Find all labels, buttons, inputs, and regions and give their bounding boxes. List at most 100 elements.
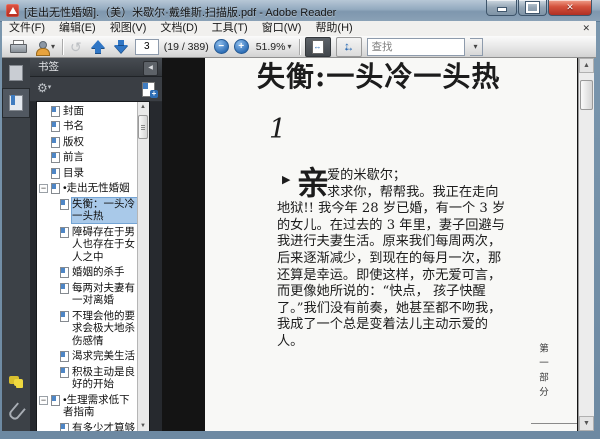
find-input[interactable] bbox=[366, 37, 465, 56]
window-controls: ✕ bbox=[485, 0, 592, 16]
body-line: 后来逐渐减少，到现在的每月一次，那 bbox=[277, 250, 502, 266]
menu-window[interactable]: 窗口(W) bbox=[255, 21, 309, 36]
close-icon: ✕ bbox=[566, 2, 574, 12]
paperclip-icon bbox=[6, 402, 26, 422]
bookmarks-scrollbar-thumb[interactable] bbox=[138, 115, 148, 139]
bookmark-page-icon bbox=[60, 226, 69, 238]
part-label-vertical: 第一部分 bbox=[537, 343, 548, 401]
lead-triangle-icon: ▶ bbox=[282, 173, 291, 186]
bookmark-item[interactable]: 渴求完美生活 bbox=[60, 349, 138, 365]
bookmarks-scrollbar[interactable]: ▲ ▼ bbox=[137, 102, 149, 431]
bookmark-item[interactable]: 不理会他的要求会极大地杀伤感情 bbox=[60, 308, 138, 349]
navigation-pane-strip bbox=[2, 58, 31, 431]
bookmark-item[interactable]: 积极主动是良好的开始 bbox=[60, 364, 138, 392]
comments-panel-button[interactable] bbox=[2, 367, 30, 397]
menu-document[interactable]: 文档(D) bbox=[153, 21, 204, 36]
maximize-button[interactable] bbox=[518, 0, 547, 16]
pages-icon bbox=[9, 65, 23, 81]
bookmarks-panel-header: 书签 ◀ bbox=[30, 58, 162, 77]
body-line: 了。”我们没有前奏，她甚至都不吻我， bbox=[277, 300, 502, 316]
comments-icon bbox=[9, 376, 23, 388]
previous-view-icon: ↺ bbox=[70, 38, 82, 55]
close-button[interactable]: ✕ bbox=[548, 0, 592, 16]
find-options-dropdown[interactable]: ▾ bbox=[469, 37, 483, 56]
bookmark-page-icon bbox=[60, 366, 69, 378]
bookmark-item[interactable]: 版权 bbox=[51, 134, 138, 150]
bookmark-item-selected[interactable]: 失衡：一头冷一头热 bbox=[60, 196, 138, 224]
menu-bar: 文件(F) 编辑(E) 视图(V) 文档(D) 工具(T) 窗口(W) 帮助(H… bbox=[2, 21, 596, 37]
chevron-down-icon: ▾ bbox=[287, 42, 292, 51]
menu-file[interactable]: 文件(F) bbox=[2, 21, 52, 36]
bookmark-item[interactable]: 每两对夫妻有一对离婚 bbox=[60, 280, 138, 308]
bookmark-item[interactable]: − •走出无性婚姻 bbox=[39, 181, 138, 197]
fit-width-button[interactable]: ↔ bbox=[304, 36, 331, 57]
bookmark-item[interactable]: 障碍存在于男人也存在于女人之中 bbox=[60, 224, 138, 265]
collapse-expander-icon[interactable]: − bbox=[39, 184, 48, 193]
bookmarks-panel: 书签 ◀ ⚙▾ + 封面 书名 版权 前言 目录 − •走出无性婚姻 失衡：一头冷… bbox=[30, 58, 162, 431]
bookmark-item[interactable]: − •生理需求低下者指南 bbox=[39, 392, 138, 420]
scroll-down-icon[interactable]: ▼ bbox=[138, 421, 148, 431]
zoom-level-dropdown[interactable]: 51.9% ▾ bbox=[254, 38, 294, 56]
share-file-button[interactable]: ▾ bbox=[33, 38, 57, 56]
bookmark-page-icon bbox=[51, 121, 60, 132]
body-line: 人。 bbox=[277, 333, 304, 349]
body-line: 而更像她所说的：“快点， 孩子快醒 bbox=[277, 284, 486, 300]
fit-width-icon: ↔ bbox=[311, 39, 324, 54]
bookmark-page-icon bbox=[51, 394, 60, 406]
menu-view[interactable]: 视图(V) bbox=[103, 21, 154, 36]
panel-collapse-button[interactable]: ◀ bbox=[143, 61, 158, 76]
bookmarks-rows: 封面 书名 版权 前言 目录 − •走出无性婚姻 失衡：一头冷一头热 障碍存在于男… bbox=[37, 103, 138, 431]
scroll-up-icon[interactable]: ▲ bbox=[579, 58, 594, 73]
document-scrollbar-thumb[interactable] bbox=[580, 80, 593, 110]
fullscreen-button[interactable]: ↔ ↔ bbox=[335, 36, 362, 57]
bookmark-item[interactable]: 婚姻的杀手 bbox=[60, 265, 138, 281]
scroll-down-icon[interactable]: ▼ bbox=[579, 416, 594, 431]
bookmark-item[interactable]: 有多少才算够 bbox=[60, 420, 138, 431]
collapse-expander-icon[interactable]: − bbox=[39, 395, 48, 405]
bookmark-item[interactable]: 前言 bbox=[51, 150, 138, 166]
pages-panel-button[interactable] bbox=[2, 58, 30, 88]
page-number-input[interactable] bbox=[134, 38, 159, 55]
new-bookmark-button[interactable]: + bbox=[142, 82, 158, 98]
pdf-page: 失衡:一头冷一头热 1 ▶ 亲 爱的米歇尔； 求求你，帮帮我。我正在走向 地狱!… bbox=[205, 58, 577, 431]
fullscreen-icon: ↔ ↔ bbox=[341, 39, 356, 54]
zoom-out-button[interactable]: − bbox=[213, 39, 229, 54]
document-close-icon[interactable]: ✕ bbox=[582, 23, 590, 34]
zoom-in-button[interactable]: + bbox=[233, 39, 249, 54]
next-page-button[interactable] bbox=[112, 38, 130, 56]
bookmarks-panel-button[interactable] bbox=[2, 88, 30, 118]
previous-page-button[interactable] bbox=[89, 38, 107, 56]
bookmark-item[interactable]: 书名 bbox=[51, 119, 138, 135]
bookmark-item[interactable]: 目录 bbox=[51, 165, 138, 181]
bookmark-page-icon bbox=[51, 167, 60, 179]
title-bar[interactable]: [走出无性婚姻].（美）米歇尔·戴维斯.扫描版.pdf - Adobe Read… bbox=[0, 0, 600, 22]
up-arrow-icon bbox=[90, 39, 105, 54]
chapter-number: 1 bbox=[269, 114, 287, 145]
attachments-panel-button[interactable] bbox=[2, 397, 30, 427]
bookmarks-options-bar: ⚙▾ + bbox=[30, 77, 162, 102]
bookmark-page-icon bbox=[60, 198, 69, 210]
document-view: 失衡:一头冷一头热 1 ▶ 亲 爱的米歇尔； 求求你，帮帮我。我正在走向 地狱!… bbox=[162, 58, 578, 431]
page-title: 失衡:一头冷一头热 bbox=[257, 60, 501, 93]
bookmark-page-icon bbox=[51, 152, 60, 163]
scroll-up-icon[interactable]: ▲ bbox=[138, 102, 148, 112]
bookmark-page-icon bbox=[60, 310, 69, 322]
bookmark-item[interactable]: 封面 bbox=[51, 103, 138, 119]
menu-edit[interactable]: 编辑(E) bbox=[52, 21, 103, 36]
bookmarks-tree: 封面 书名 版权 前言 目录 − •走出无性婚姻 失衡：一头冷一头热 障碍存在于男… bbox=[36, 101, 150, 431]
bookmarks-options-button[interactable]: ⚙▾ bbox=[37, 81, 51, 95]
print-button[interactable] bbox=[8, 38, 28, 56]
menu-help[interactable]: 帮助(H) bbox=[308, 21, 359, 36]
adobe-reader-window: [走出无性婚姻].（美）米歇尔·戴维斯.扫描版.pdf - Adobe Read… bbox=[0, 0, 600, 439]
menu-tools[interactable]: 工具(T) bbox=[205, 21, 255, 36]
toolbar: ▾ ↺ (19 / 389) − + 51.9% ▾ ↔ ↔↔ ▾ bbox=[2, 36, 596, 58]
printer-icon bbox=[10, 40, 27, 53]
minimize-button[interactable] bbox=[486, 0, 517, 16]
gear-icon: ⚙ bbox=[37, 81, 48, 95]
footer-rule bbox=[531, 423, 577, 424]
document-scrollbar[interactable]: ▲ ▼ bbox=[578, 58, 594, 431]
body-line: 我进行夫妻生活。原来我们每周两次， bbox=[277, 234, 502, 250]
previous-view-button[interactable]: ↺ bbox=[68, 38, 84, 56]
chevron-down-icon: ▾ bbox=[47, 84, 52, 91]
body-line: 还算是幸运。即使这样，亦无爱可言， bbox=[277, 267, 502, 283]
